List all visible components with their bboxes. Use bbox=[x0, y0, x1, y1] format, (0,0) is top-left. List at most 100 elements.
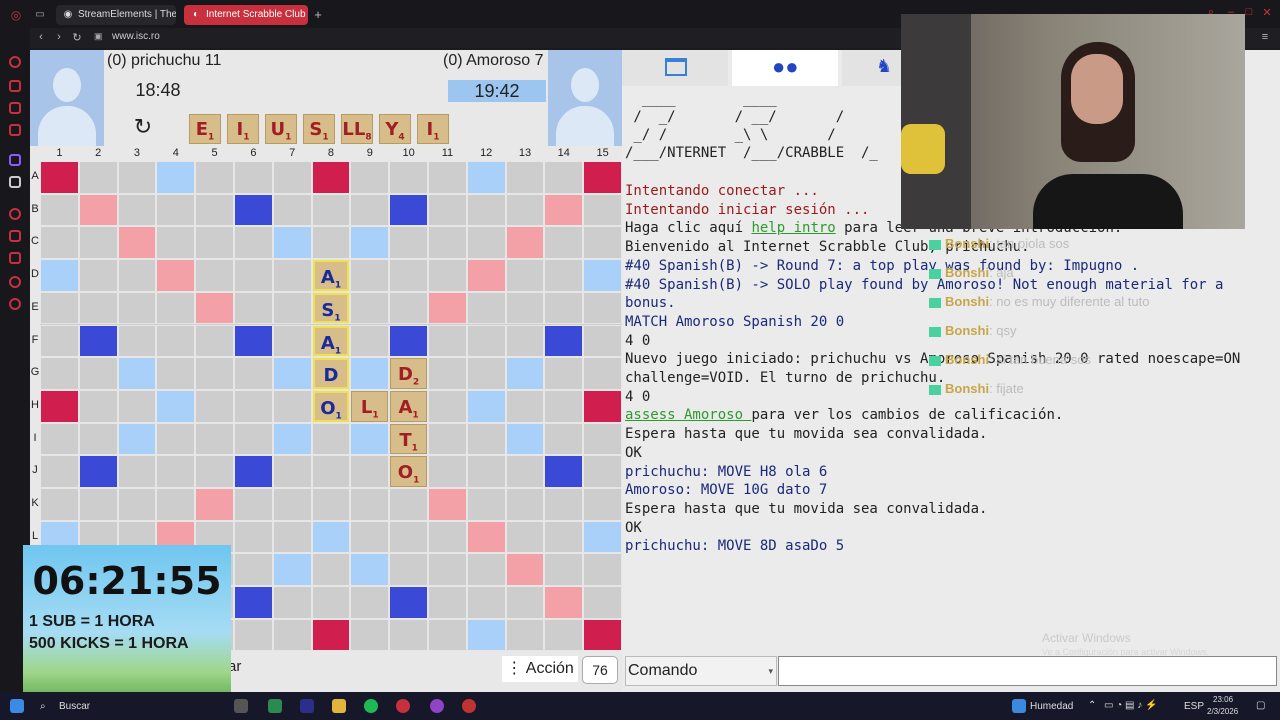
board-cell[interactable] bbox=[195, 193, 234, 227]
player-right-name[interactable]: (0) Amoroso 7 bbox=[443, 52, 543, 70]
rack-tile[interactable]: I1 bbox=[227, 114, 259, 144]
board-cell[interactable] bbox=[117, 193, 157, 227]
double-letter-cell[interactable] bbox=[272, 422, 312, 456]
board-cell[interactable] bbox=[428, 586, 467, 619]
board-cell[interactable] bbox=[583, 553, 622, 587]
board-cell[interactable] bbox=[78, 389, 118, 423]
board-cell[interactable] bbox=[78, 488, 118, 521]
tab-streamelements[interactable]: ◉ StreamElements | The Ulti bbox=[56, 5, 176, 25]
board-cell[interactable] bbox=[78, 259, 118, 292]
board-cell[interactable] bbox=[272, 488, 312, 521]
board-cell[interactable] bbox=[350, 455, 390, 488]
rack-tile[interactable]: Y4 bbox=[379, 114, 411, 144]
board-cell[interactable] bbox=[350, 324, 390, 358]
board-cell[interactable] bbox=[505, 389, 545, 423]
board-cell[interactable] bbox=[583, 226, 622, 260]
command-input[interactable] bbox=[778, 656, 1277, 686]
console-link[interactable]: assess Amoroso bbox=[625, 407, 751, 423]
board-cell[interactable] bbox=[40, 291, 79, 325]
board-cell[interactable] bbox=[350, 488, 390, 521]
url-field[interactable]: www.isc.ro bbox=[112, 31, 160, 42]
board-cell[interactable] bbox=[544, 488, 584, 521]
board-cell[interactable] bbox=[428, 422, 467, 456]
tab-players[interactable]: ●● bbox=[732, 50, 838, 86]
board-cell[interactable] bbox=[505, 259, 545, 292]
tray-icons[interactable]: ▭ ◔ ▤ ♪ ⚡ bbox=[1104, 700, 1158, 711]
board-cell[interactable] bbox=[428, 520, 467, 554]
double-word-cell[interactable] bbox=[544, 193, 584, 227]
player-left-name[interactable]: (0) prichuchu 11 bbox=[107, 52, 221, 70]
board-cell[interactable] bbox=[40, 226, 79, 260]
board-cell[interactable] bbox=[272, 455, 312, 488]
double-word-cell[interactable] bbox=[195, 291, 234, 325]
board-cell[interactable] bbox=[466, 193, 506, 227]
double-word-cell[interactable] bbox=[505, 553, 545, 587]
console-link[interactable]: help intro bbox=[751, 220, 835, 236]
command-select[interactable]: Comando ▾ bbox=[625, 656, 777, 686]
board-cell[interactable] bbox=[311, 226, 351, 260]
board-cell[interactable] bbox=[505, 161, 545, 194]
board-cell[interactable] bbox=[466, 488, 506, 521]
triple-letter-cell[interactable] bbox=[78, 324, 118, 358]
triple-letter-cell[interactable] bbox=[234, 324, 273, 358]
back-icon[interactable]: ‹ bbox=[34, 31, 48, 43]
double-letter-cell[interactable] bbox=[117, 422, 157, 456]
triple-letter-cell[interactable] bbox=[234, 455, 273, 488]
board-cell[interactable] bbox=[195, 357, 234, 390]
rack-tile[interactable]: LL8 bbox=[341, 114, 373, 144]
board-cell[interactable] bbox=[234, 618, 273, 651]
board-cell[interactable] bbox=[389, 618, 428, 651]
board-cell[interactable] bbox=[117, 291, 157, 325]
search-icon[interactable]: ⌕ bbox=[40, 701, 46, 712]
opera-taskbar-icon[interactable] bbox=[396, 699, 410, 713]
board-cell[interactable] bbox=[350, 586, 390, 619]
double-word-cell[interactable] bbox=[428, 291, 467, 325]
board-cell[interactable] bbox=[156, 422, 196, 456]
board-cell[interactable] bbox=[78, 291, 118, 325]
board-cell[interactable] bbox=[466, 455, 506, 488]
board-cell[interactable] bbox=[389, 520, 428, 554]
board-cell[interactable] bbox=[466, 324, 506, 358]
board-cell[interactable] bbox=[40, 193, 79, 227]
board-cell[interactable] bbox=[195, 422, 234, 456]
board-cell[interactable] bbox=[156, 488, 196, 521]
board-cell[interactable] bbox=[272, 259, 312, 292]
board-cell[interactable] bbox=[428, 259, 467, 292]
double-word-cell[interactable] bbox=[466, 520, 506, 554]
rack-tile[interactable]: S1 bbox=[303, 114, 335, 144]
board-cell[interactable] bbox=[78, 422, 118, 456]
board-cell[interactable] bbox=[505, 455, 545, 488]
triple-word-cell[interactable] bbox=[583, 618, 622, 651]
double-letter-cell[interactable] bbox=[117, 357, 157, 390]
board-cell[interactable] bbox=[195, 389, 234, 423]
triple-word-cell[interactable] bbox=[40, 161, 79, 194]
board-cell[interactable] bbox=[117, 161, 157, 194]
board-cell[interactable] bbox=[156, 455, 196, 488]
double-letter-cell[interactable] bbox=[466, 161, 506, 194]
board-cell[interactable] bbox=[117, 259, 157, 292]
double-word-cell[interactable] bbox=[156, 259, 196, 292]
board-cell[interactable] bbox=[40, 422, 79, 456]
board-cell[interactable] bbox=[583, 488, 622, 521]
board-cell[interactable] bbox=[234, 291, 273, 325]
taskbar-search[interactable]: Buscar bbox=[59, 701, 90, 712]
board-cell[interactable] bbox=[389, 259, 428, 292]
triple-word-cell[interactable] bbox=[583, 389, 622, 423]
double-letter-cell[interactable] bbox=[311, 520, 351, 554]
board-cell[interactable] bbox=[544, 259, 584, 292]
board-cell[interactable] bbox=[505, 291, 545, 325]
menu-icon[interactable]: ≡ bbox=[1258, 31, 1272, 43]
double-letter-cell[interactable] bbox=[156, 161, 196, 194]
double-letter-cell[interactable] bbox=[505, 422, 545, 456]
triple-word-cell[interactable] bbox=[40, 389, 79, 423]
board-cell[interactable] bbox=[505, 193, 545, 227]
triple-letter-cell[interactable] bbox=[544, 324, 584, 358]
board-cell[interactable] bbox=[78, 357, 118, 390]
board-cell[interactable] bbox=[40, 455, 79, 488]
board-cell[interactable] bbox=[195, 161, 234, 194]
board-cell[interactable] bbox=[428, 389, 467, 423]
board-cell[interactable] bbox=[466, 422, 506, 456]
board-cell[interactable] bbox=[40, 357, 79, 390]
double-word-cell[interactable] bbox=[117, 226, 157, 260]
accion-button[interactable]: ⋮ Acción bbox=[502, 656, 578, 682]
